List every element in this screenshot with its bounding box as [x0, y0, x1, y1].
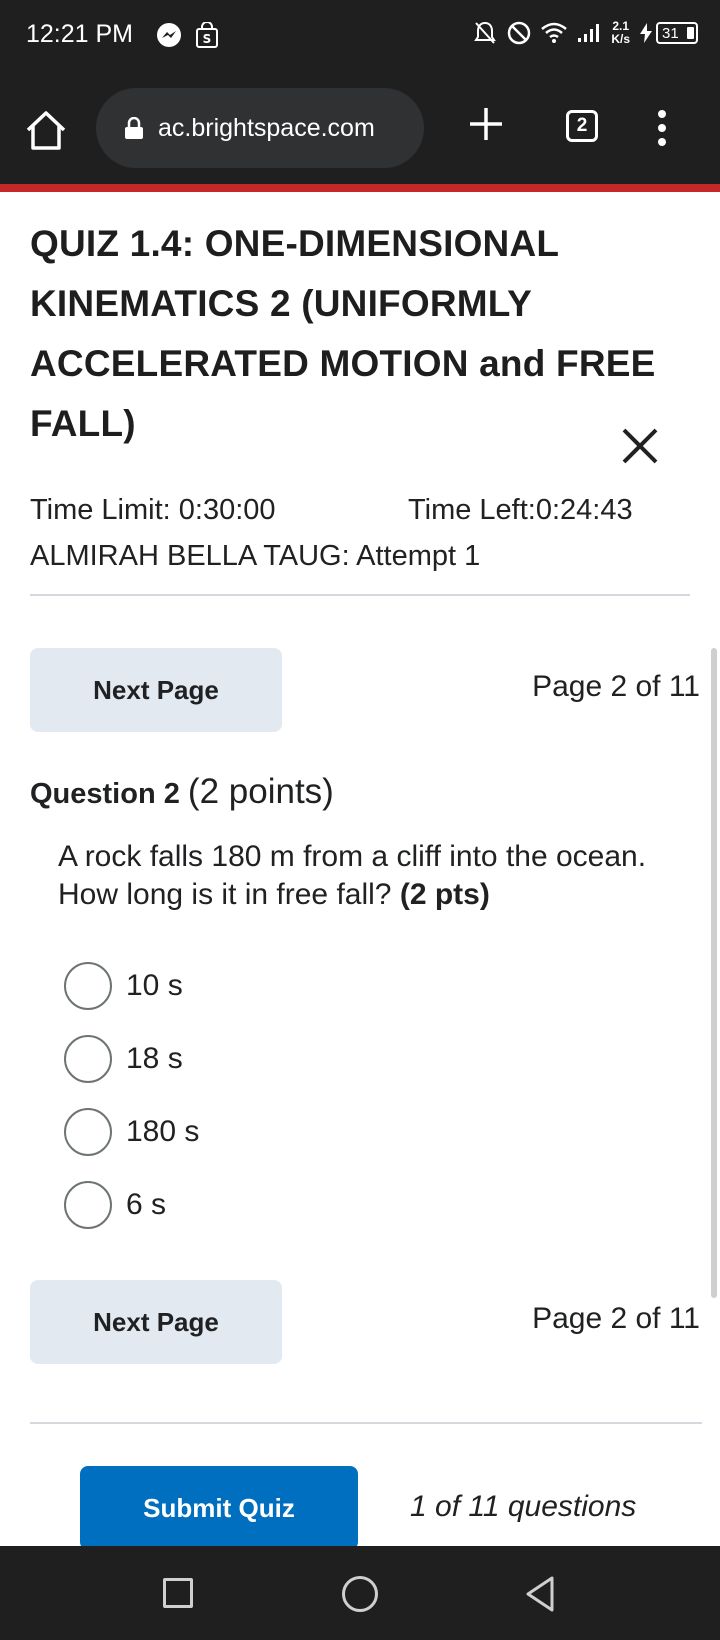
system-nav-bar: [0, 1546, 720, 1640]
question-count: 1 of 11 questions: [410, 1490, 637, 1523]
home-icon[interactable]: [24, 108, 68, 152]
tab-switcher-button[interactable]: 2: [566, 110, 598, 142]
browser-toolbar: ac.brightspace.com 2: [0, 72, 720, 184]
next-page-button-bottom[interactable]: Next Page: [30, 1280, 282, 1364]
question-points: (2 points): [187, 772, 334, 811]
attempt-info: ALMIRAH BELLA TAUG: Attempt 1: [30, 540, 481, 572]
battery-level: 31: [656, 22, 698, 44]
time-left: Time Left:0:24:43: [408, 494, 633, 526]
next-page-button-top[interactable]: Next Page: [30, 648, 282, 732]
brand-accent-line: [0, 184, 720, 192]
radio-button[interactable]: [64, 1035, 112, 1083]
network-speed: 2.1 K/s: [611, 19, 630, 46]
time-limit: Time Limit: 0:30:00: [30, 494, 276, 526]
lock-icon: [125, 117, 143, 139]
option-label: 6 s: [126, 1188, 167, 1221]
page-info-top: Page 2 of 11: [532, 670, 700, 703]
shop-icon: S: [196, 22, 218, 48]
scrollbar[interactable]: [711, 648, 717, 1298]
quiz-title: QUIZ 1.4: ONE-DIMENSIONAL KINEMATICS 2 (…: [30, 223, 656, 444]
answer-option[interactable]: 18 s: [64, 1035, 183, 1083]
question-header: Question 2 (2 points): [30, 772, 334, 812]
charging-icon: [640, 23, 652, 43]
status-bar: 12:21 PM S 2.1 K/s 31: [0, 0, 720, 72]
page-info-bottom: Page 2 of 11: [532, 1302, 700, 1335]
wifi-icon: [541, 22, 568, 43]
back-icon[interactable]: [524, 1574, 556, 1614]
battery-indicator: 31: [640, 22, 698, 44]
option-label: 10 s: [126, 969, 183, 1002]
kebab-menu-icon[interactable]: [654, 108, 670, 148]
answer-option[interactable]: 10 s: [64, 962, 183, 1010]
question-label: Question 2: [30, 778, 180, 810]
dnd-icon: [508, 21, 531, 45]
status-time: 12:21 PM: [26, 20, 134, 48]
plus-icon[interactable]: [466, 104, 506, 144]
radio-button[interactable]: [64, 1108, 112, 1156]
mute-icon: [474, 21, 497, 44]
messenger-icon: [157, 23, 181, 47]
option-label: 180 s: [126, 1115, 200, 1148]
footer-divider: [30, 1422, 702, 1424]
header-divider: [30, 594, 690, 596]
submit-quiz-button[interactable]: Submit Quiz: [80, 1466, 358, 1550]
radio-button[interactable]: [64, 1181, 112, 1229]
signal-icon: [578, 24, 600, 42]
svg-text:S: S: [203, 32, 212, 46]
answer-option[interactable]: 6 s: [64, 1181, 166, 1229]
url-bar[interactable]: ac.brightspace.com: [96, 88, 424, 168]
close-icon[interactable]: [618, 424, 662, 468]
home-nav-icon[interactable]: [342, 1576, 378, 1612]
recents-icon[interactable]: [163, 1578, 193, 1608]
question-body: A rock falls 180 m from a cliff into the…: [58, 840, 647, 911]
question-pts: (2 pts): [399, 878, 490, 911]
option-label: 18 s: [126, 1042, 183, 1075]
answer-option[interactable]: 180 s: [64, 1108, 199, 1156]
url-text: ac.brightspace.com: [158, 113, 375, 142]
radio-button[interactable]: [64, 962, 112, 1010]
question-text: A rock falls 180 m from a cliff into the…: [58, 838, 658, 914]
